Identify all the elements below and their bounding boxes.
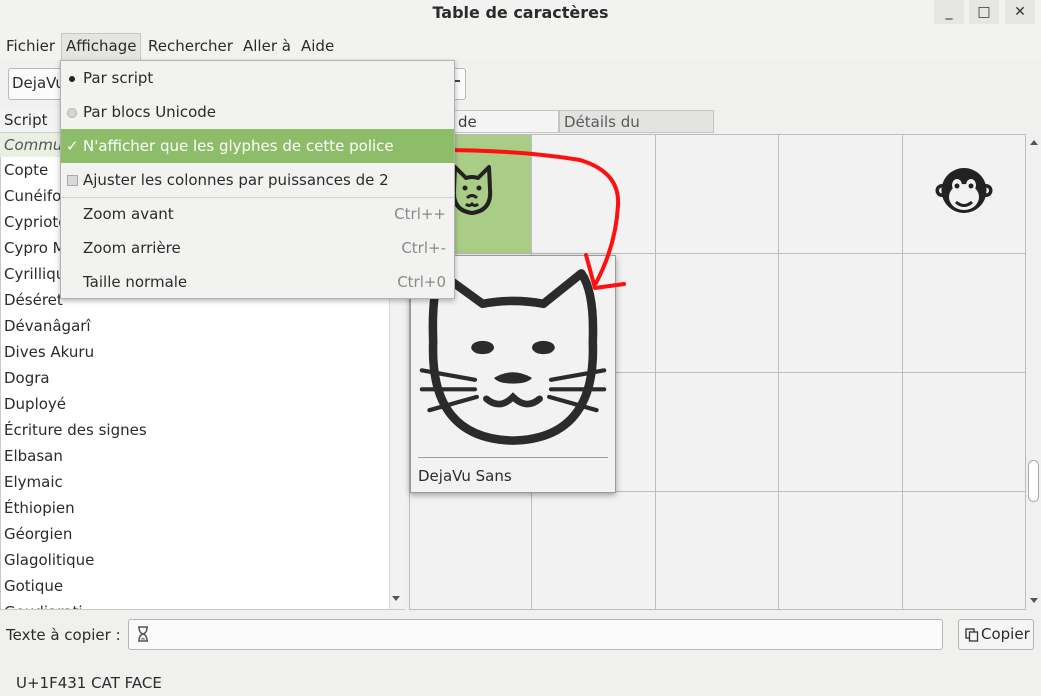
checkmark-icon: ✓ [66,137,79,155]
menu-item-by-script[interactable]: Par script [61,61,454,95]
checkbox-icon [66,163,78,197]
shortcut-normal-size: Ctrl+0 [397,273,446,291]
menu-item-by-unicode-blocks[interactable]: Par blocs Unicode [61,95,454,129]
selected-bullet-icon [66,61,78,95]
shortcut-zoom-in: Ctrl++ [394,205,446,223]
radio-icon [66,95,78,129]
copy-button-label: Copier [981,625,1030,643]
status-bar: U+1F431 CAT FACE [16,674,162,692]
shortcut-zoom-out: Ctrl+- [401,239,446,257]
menu-item-normal-size[interactable]: Taille normale Ctrl+0 [61,265,454,299]
copy-label: Texte à copier : [6,626,121,644]
menu-item-power-of-two-columns[interactable]: Ajuster les colonnes par puissances de 2 [61,163,454,197]
menu-item-only-font-glyphs[interactable]: ✓ N'afficher que les glyphes de cette po… [61,129,454,163]
menu-item-zoom-out[interactable]: Zoom arrière Ctrl+- [61,231,454,265]
menu-item-zoom-in[interactable]: Zoom avant Ctrl++ [61,197,454,231]
copy-text-input[interactable] [128,619,943,650]
copy-button[interactable]: Copier [958,619,1034,650]
hourglass-icon [138,626,148,642]
copy-icon [965,628,979,642]
